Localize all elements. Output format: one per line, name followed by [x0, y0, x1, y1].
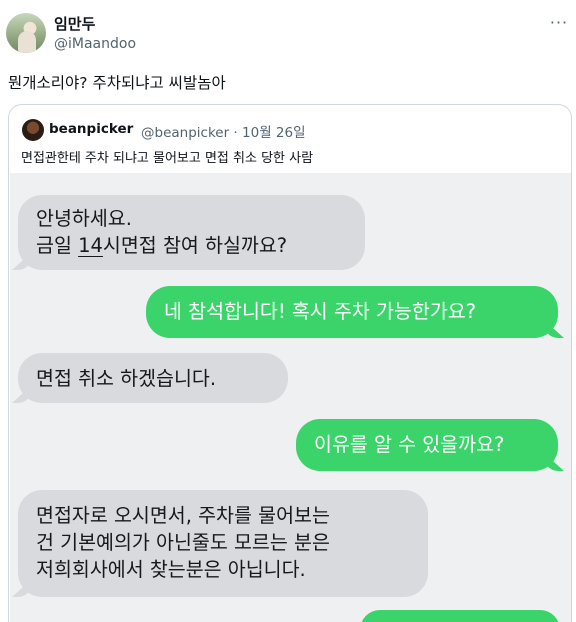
- quote-display-name[interactable]: beanpicker: [49, 121, 133, 137]
- user-handle[interactable]: @iMaandoo: [54, 36, 136, 52]
- message-line: 금일 14시면접 참여 하실까요?: [36, 234, 288, 257]
- display-name[interactable]: 임만두: [54, 13, 95, 34]
- message-sent: 이유를 알 수 있을까요?: [296, 419, 558, 471]
- message-line: 면접 취소 하겠습니다.: [36, 367, 217, 390]
- message-sent-partial: [360, 610, 560, 622]
- message-received: 안녕하세요. 금일 14시면접 참여 하실까요?: [18, 195, 365, 270]
- chat-screenshot: 안녕하세요. 금일 14시면접 참여 하실까요? 네 참석합니다! 혹시 주차 …: [10, 173, 571, 622]
- message-line: 네 참석합니다! 혹시 주차 가능한가요?: [164, 300, 477, 323]
- message-line: 이유를 알 수 있을까요?: [314, 433, 505, 456]
- message-sent: 네 참석합니다! 혹시 주차 가능한가요?: [146, 286, 558, 338]
- quoted-tweet[interactable]: beanpicker @beanpicker · 10월 26일 면접관한테 주…: [8, 104, 572, 622]
- quote-handle-date: @beanpicker · 10월 26일: [141, 125, 306, 141]
- message-line: 건 기본예의가 아닌줄도 모르는 분은: [36, 531, 330, 554]
- tweet-header: 임만두 @iMaandoo ···: [0, 0, 576, 64]
- message-line: 안녕하세요.: [36, 207, 132, 230]
- more-dots-icon[interactable]: ···: [548, 13, 570, 33]
- underlined-time: 14: [78, 234, 103, 257]
- message-received: 면접자로 오시면서, 주차를 물어보는 건 기본예의가 아닌줄도 모르는 분은 …: [18, 490, 428, 597]
- tweet-text: 뭔개소리야? 주차되냐고 씨발놈아: [8, 74, 226, 92]
- message-received: 면접 취소 하겠습니다.: [18, 353, 288, 403]
- message-line: 저희회사에서 찾는분은 아닙니다.: [36, 558, 306, 581]
- quote-text: 면접관한테 주차 되냐고 물어보고 면접 취소 당한 사람: [21, 151, 314, 166]
- avatar[interactable]: [6, 13, 46, 53]
- message-line: 면접자로 오시면서, 주차를 물어보는: [36, 504, 330, 527]
- quote-avatar[interactable]: [22, 119, 44, 141]
